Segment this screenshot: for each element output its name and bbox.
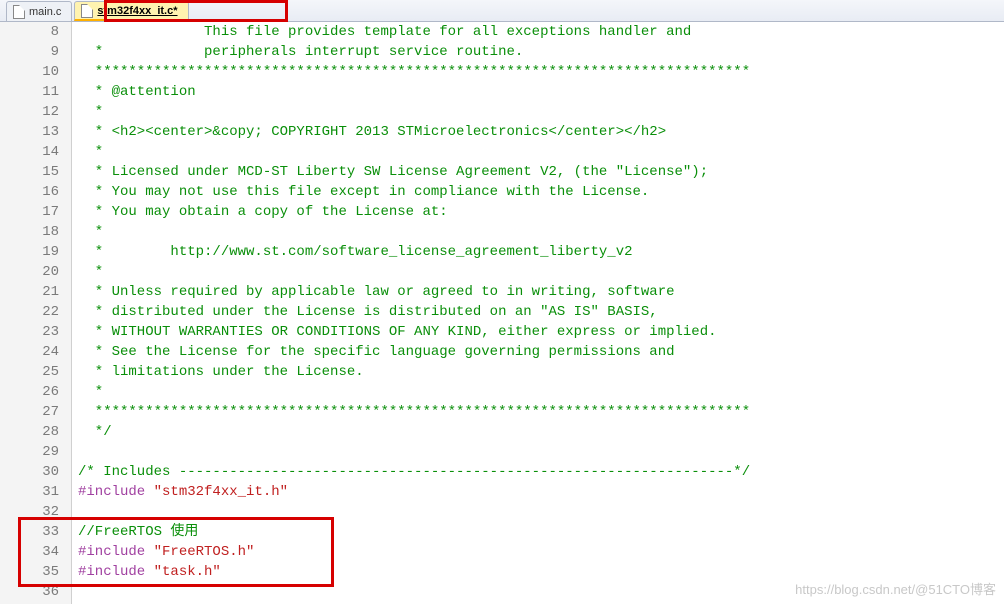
code-line: This file provides template for all exce…	[78, 22, 1004, 42]
line-number: 14	[0, 142, 59, 162]
code-line	[78, 582, 1004, 602]
line-number: 30	[0, 462, 59, 482]
line-number: 34	[0, 542, 59, 562]
code-line: * <h2><center>&copy; COPYRIGHT 2013 STMi…	[78, 122, 1004, 142]
code-line: *	[78, 382, 1004, 402]
code-line: * Licensed under MCD-ST Liberty SW Licen…	[78, 162, 1004, 182]
code-line: * limitations under the License.	[78, 362, 1004, 382]
code-line: * WITHOUT WARRANTIES OR CONDITIONS OF AN…	[78, 322, 1004, 342]
line-number: 20	[0, 262, 59, 282]
line-number: 21	[0, 282, 59, 302]
line-number: 28	[0, 422, 59, 442]
line-number: 24	[0, 342, 59, 362]
code-line: ****************************************…	[78, 62, 1004, 82]
line-number: 11	[0, 82, 59, 102]
line-number: 8	[0, 22, 59, 42]
code-line: #include "stm32f4xx_it.h"	[78, 482, 1004, 502]
line-number: 25	[0, 362, 59, 382]
code-line	[78, 442, 1004, 462]
code-line: #include "task.h"	[78, 562, 1004, 582]
line-number: 12	[0, 102, 59, 122]
line-number: 31	[0, 482, 59, 502]
tab-inactive[interactable]: main.c	[6, 1, 72, 21]
line-number: 18	[0, 222, 59, 242]
code-line: *	[78, 262, 1004, 282]
tab-label: stm32f4xx_it.c*	[97, 5, 177, 17]
code-line: //FreeRTOS 使用	[78, 522, 1004, 542]
line-number: 23	[0, 322, 59, 342]
line-number: 10	[0, 62, 59, 82]
line-number: 17	[0, 202, 59, 222]
code-line: /* Includes ----------------------------…	[78, 462, 1004, 482]
code-line: */	[78, 422, 1004, 442]
code-line: * http://www.st.com/software_license_agr…	[78, 242, 1004, 262]
line-number: 35	[0, 562, 59, 582]
tab-active[interactable]: stm32f4xx_it.c*	[74, 1, 188, 21]
line-number: 19	[0, 242, 59, 262]
file-icon	[81, 4, 93, 18]
line-number: 15	[0, 162, 59, 182]
code-area[interactable]: This file provides template for all exce…	[72, 22, 1004, 604]
line-number: 33	[0, 522, 59, 542]
code-line: *	[78, 102, 1004, 122]
code-line: #include "FreeRTOS.h"	[78, 542, 1004, 562]
line-number: 27	[0, 402, 59, 422]
file-icon	[13, 5, 25, 19]
code-line: * See the License for the specific langu…	[78, 342, 1004, 362]
code-line	[78, 502, 1004, 522]
line-number: 9	[0, 42, 59, 62]
line-number: 36	[0, 582, 59, 602]
line-number: 29	[0, 442, 59, 462]
code-line: * You may obtain a copy of the License a…	[78, 202, 1004, 222]
line-number: 16	[0, 182, 59, 202]
code-line: * peripherals interrupt service routine.	[78, 42, 1004, 62]
code-line: ****************************************…	[78, 402, 1004, 422]
code-line: * @attention	[78, 82, 1004, 102]
code-line: *	[78, 142, 1004, 162]
line-number: 26	[0, 382, 59, 402]
line-number: 22	[0, 302, 59, 322]
tab-label: main.c	[29, 6, 61, 18]
code-line: *	[78, 222, 1004, 242]
line-number-gutter: 8910111213141516171819202122232425262728…	[0, 22, 72, 604]
line-number: 13	[0, 122, 59, 142]
code-editor[interactable]: 8910111213141516171819202122232425262728…	[0, 22, 1004, 604]
tab-bar: main.c stm32f4xx_it.c*	[0, 0, 1004, 22]
line-number: 32	[0, 502, 59, 522]
code-line: * You may not use this file except in co…	[78, 182, 1004, 202]
code-line: * Unless required by applicable law or a…	[78, 282, 1004, 302]
code-line: * distributed under the License is distr…	[78, 302, 1004, 322]
